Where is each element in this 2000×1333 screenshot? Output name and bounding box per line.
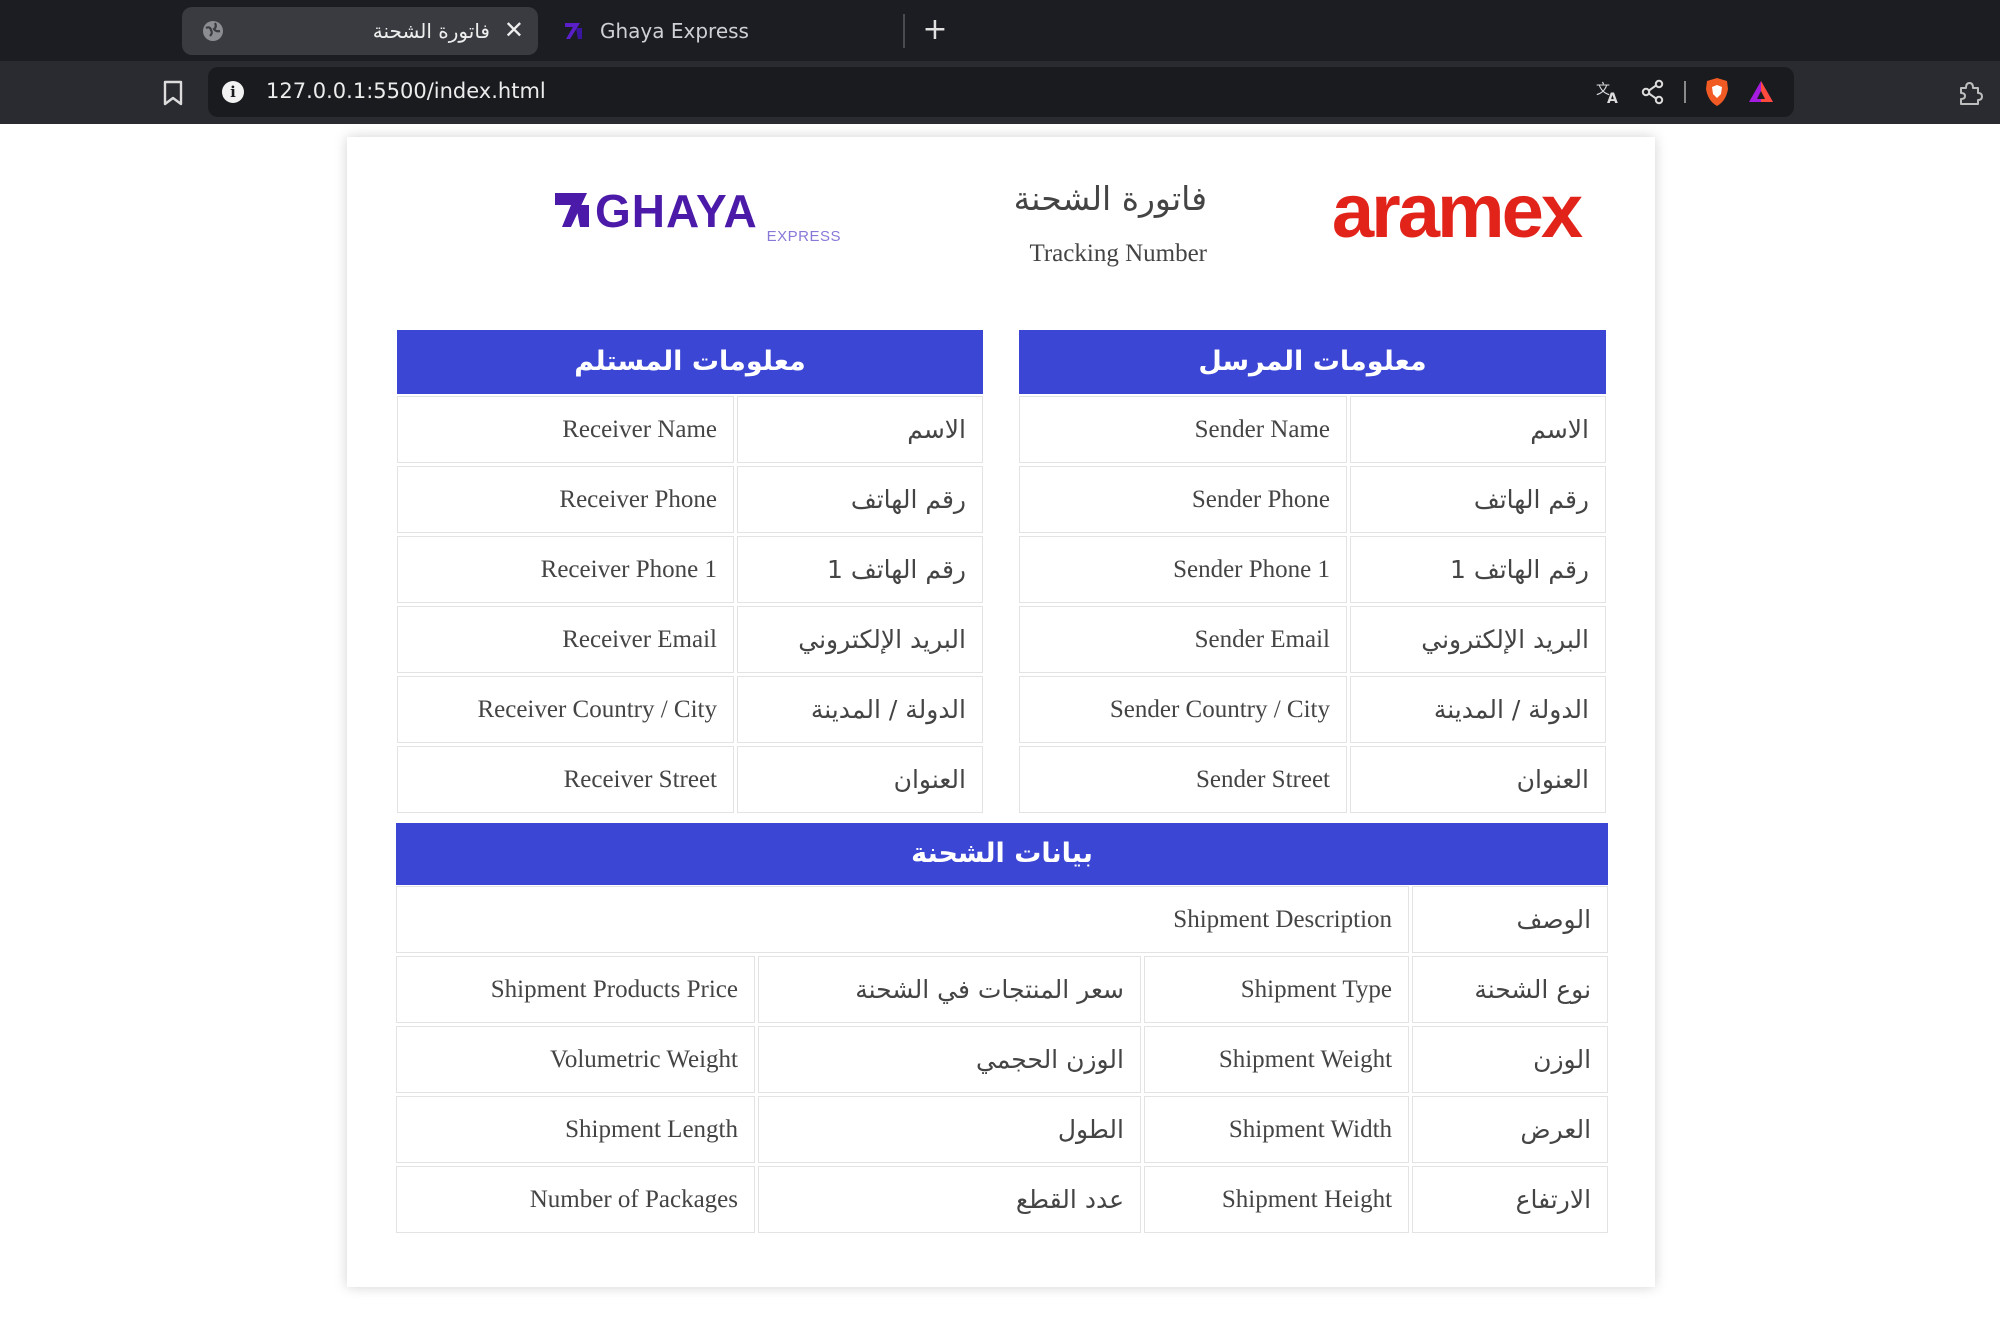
sender-phone-label: رقم الهاتف — [1350, 466, 1606, 533]
shipment-info-header: بيانات الشحنة — [396, 823, 1608, 885]
shipment-width-label: العرض — [1412, 1096, 1609, 1163]
share-icon[interactable] — [1640, 79, 1666, 105]
invoice-card: aramex GHAYA EXPRESS فاتورة الشحنة Track… — [347, 137, 1655, 1287]
volumetric-weight-value: Volumetric Weight — [396, 1026, 755, 1093]
browser-tab-bar: فاتورة الشحنة ✕ Ghaya Express + — [0, 0, 2000, 61]
svg-text:GHAYA: GHAYA — [595, 189, 758, 237]
shipment-weight-label: الوزن — [1412, 1026, 1609, 1093]
receiver-email-label: البريد الإلكتروني — [737, 606, 983, 673]
tab-invoice[interactable]: فاتورة الشحنة ✕ — [182, 7, 538, 55]
info-icon[interactable]: i — [222, 81, 244, 103]
number-of-packages-value: Number of Packages — [396, 1166, 755, 1233]
table-row: Sender Phone رقم الهاتف — [1019, 466, 1606, 533]
tab-separator — [903, 14, 905, 48]
aramex-logo: aramex — [1332, 175, 1586, 254]
address-bar-actions: 文 A — [1594, 77, 1774, 107]
sender-phone-value: Sender Phone — [1019, 466, 1347, 533]
tab-title: Ghaya Express — [600, 19, 749, 43]
shipment-info-table: Shipment Description الوصف Shipment Prod… — [393, 883, 1611, 1236]
receiver-name-label: الاسم — [737, 396, 983, 463]
shipment-length-value: Shipment Length — [396, 1096, 755, 1163]
table-row: Receiver Street العنوان — [397, 746, 983, 813]
brave-shield-icon[interactable] — [1704, 77, 1730, 107]
receiver-phone1-value: Receiver Phone 1 — [397, 536, 734, 603]
table-row: Sender Email البريد الإلكتروني — [1019, 606, 1606, 673]
tab-ghaya-express[interactable]: Ghaya Express — [560, 7, 900, 55]
shipment-description-label: الوصف — [1412, 886, 1609, 953]
receiver-email-value: Receiver Email — [397, 606, 734, 673]
shipment-length-label: الطول — [758, 1096, 1141, 1163]
table-row: Sender Country / City الدولة / المدينة — [1019, 676, 1606, 743]
svg-text:aramex: aramex — [1332, 175, 1583, 254]
brave-rewards-icon[interactable] — [1748, 79, 1774, 105]
table-row: Volumetric Weight الوزن الحجمي Shipment … — [396, 1026, 1609, 1093]
table-row: Receiver Email البريد الإلكتروني — [397, 606, 983, 673]
invoice-title: فاتورة الشحنة — [1013, 179, 1207, 218]
sender-name-label: الاسم — [1350, 396, 1606, 463]
table-row: Sender Street العنوان — [1019, 746, 1606, 813]
receiver-phone1-label: رقم الهاتف 1 — [737, 536, 983, 603]
receiver-country-city-label: الدولة / المدينة — [737, 676, 983, 743]
extensions-puzzle-icon[interactable] — [1956, 79, 1984, 107]
shipment-weight-value: Shipment Weight — [1144, 1026, 1410, 1093]
shipment-width-value: Shipment Width — [1144, 1096, 1410, 1163]
bookmark-icon[interactable] — [160, 79, 186, 107]
receiver-info-table: Receiver Name الاسم Receiver Phone رقم ا… — [394, 393, 986, 816]
divider — [1684, 81, 1686, 103]
sender-email-value: Sender Email — [1019, 606, 1347, 673]
ghaya-favicon-icon — [565, 23, 582, 39]
shipment-type-value: Shipment Type — [1144, 956, 1410, 1023]
table-row: Receiver Country / City الدولة / المدينة — [397, 676, 983, 743]
number-of-packages-label: عدد القطع — [758, 1166, 1141, 1233]
table-row: Shipment Products Price سعر المنتجات في … — [396, 956, 1609, 1023]
shipment-height-value: Shipment Height — [1144, 1166, 1410, 1233]
shipment-products-price-value: Shipment Products Price — [396, 956, 755, 1023]
sender-email-label: البريد الإلكتروني — [1350, 606, 1606, 673]
browser-toolbar: i 127.0.0.1:5500/index.html 文 A — [0, 61, 2000, 124]
shipment-products-price-label: سعر المنتجات في الشحنة — [758, 956, 1141, 1023]
receiver-info-header: معلومات المستلم — [397, 330, 983, 394]
receiver-street-label: العنوان — [737, 746, 983, 813]
volumetric-weight-label: الوزن الحجمي — [758, 1026, 1141, 1093]
table-row: Number of Packages عدد القطع Shipment He… — [396, 1166, 1609, 1233]
receiver-phone-label: رقم الهاتف — [737, 466, 983, 533]
sender-street-label: العنوان — [1350, 746, 1606, 813]
globe-icon — [203, 21, 223, 41]
sender-info-table: Sender Name الاسم Sender Phone رقم الهات… — [1016, 393, 1609, 816]
translate-icon[interactable]: 文 A — [1594, 78, 1622, 106]
receiver-name-value: Receiver Name — [397, 396, 734, 463]
table-row: Shipment Length الطول Shipment Width الع… — [396, 1096, 1609, 1163]
tab-title: فاتورة الشحنة — [372, 19, 490, 43]
close-icon[interactable]: ✕ — [504, 16, 524, 44]
sender-country-city-label: الدولة / المدينة — [1350, 676, 1606, 743]
receiver-phone-value: Receiver Phone — [397, 466, 734, 533]
address-bar[interactable]: i 127.0.0.1:5500/index.html 文 A — [208, 67, 1794, 117]
shipment-height-label: الارتفاع — [1412, 1166, 1609, 1233]
sender-country-city-value: Sender Country / City — [1019, 676, 1347, 743]
receiver-street-value: Receiver Street — [397, 746, 734, 813]
shipment-description-value: Shipment Description — [396, 886, 1410, 953]
sender-street-value: Sender Street — [1019, 746, 1347, 813]
url-text[interactable]: 127.0.0.1:5500/index.html — [266, 79, 546, 103]
new-tab-button[interactable]: + — [920, 10, 950, 50]
table-row: Receiver Phone رقم الهاتف — [397, 466, 983, 533]
svg-text:A: A — [1607, 91, 1618, 106]
ghaya-express-logo: GHAYA EXPRESS — [555, 189, 841, 245]
receiver-country-city-value: Receiver Country / City — [397, 676, 734, 743]
sender-name-value: Sender Name — [1019, 396, 1347, 463]
table-row: Shipment Description الوصف — [396, 886, 1609, 953]
tracking-number-label: Tracking Number — [1029, 240, 1207, 267]
shipment-type-label: نوع الشحنة — [1412, 956, 1609, 1023]
sender-phone1-value: Sender Phone 1 — [1019, 536, 1347, 603]
table-row: Sender Phone 1 رقم الهاتف 1 — [1019, 536, 1606, 603]
sender-phone1-label: رقم الهاتف 1 — [1350, 536, 1606, 603]
table-row: Receiver Name الاسم — [397, 396, 983, 463]
svg-text:EXPRESS: EXPRESS — [767, 228, 841, 245]
table-row: Receiver Phone 1 رقم الهاتف 1 — [397, 536, 983, 603]
table-row: Sender Name الاسم — [1019, 396, 1606, 463]
sender-info-header: معلومات المرسل — [1019, 330, 1606, 394]
